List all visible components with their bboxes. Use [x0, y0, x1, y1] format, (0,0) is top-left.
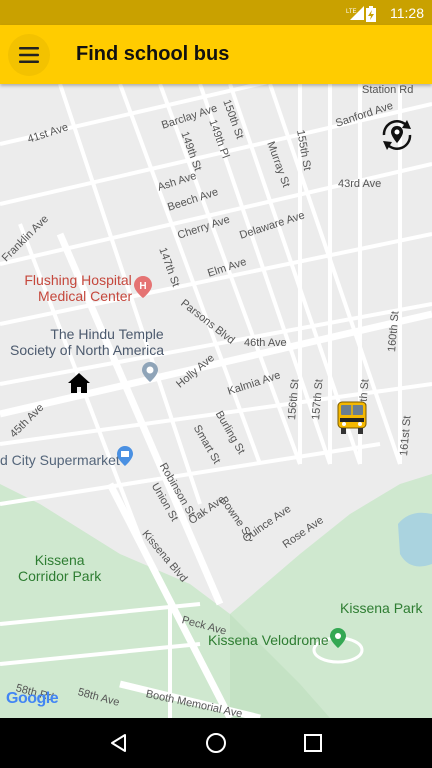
street-label: 46th Ave	[244, 337, 287, 349]
hospital-label[interactable]: Flushing Hospital Medical Center	[24, 272, 132, 304]
home-circle-icon	[205, 733, 226, 753]
supermarket-pin-icon[interactable]	[117, 446, 133, 466]
recenter-button[interactable]	[378, 116, 416, 154]
page-title: Find school bus	[76, 43, 230, 65]
back-icon	[110, 734, 126, 752]
google-logo: Google	[6, 690, 59, 708]
school-bus-icon[interactable]	[336, 400, 368, 436]
menu-button[interactable]	[8, 33, 50, 76]
temple-label[interactable]: The Hindu Temple Society of North Americ…	[10, 326, 164, 358]
temple-pin-icon[interactable]	[142, 362, 158, 382]
navigation-bar	[0, 718, 432, 768]
svg-text:H: H	[139, 281, 146, 292]
svg-text:LTE: LTE	[346, 9, 357, 15]
hospital-pin-icon[interactable]: H	[134, 276, 152, 298]
google-logo-text: Google	[6, 690, 59, 707]
corridor-park-label[interactable]: Kissena Corridor Park	[18, 552, 101, 584]
status-bar: LTE 11:28	[0, 0, 432, 25]
back-button[interactable]	[104, 728, 134, 758]
street-label: Station Rd	[362, 84, 414, 96]
recents-button[interactable]	[298, 728, 328, 758]
street-label: 43rd Ave	[338, 178, 382, 190]
app-bar: Find school bus	[0, 25, 432, 84]
supermarket-label[interactable]: d City Supermarket	[0, 452, 120, 468]
map-view[interactable]: Station Rd Sanford Ave 41st Ave Barclay …	[0, 84, 432, 718]
battery-icon	[366, 5, 380, 22]
hamburger-menu-icon	[19, 46, 39, 63]
home-nav-button[interactable]	[201, 728, 231, 758]
recents-icon	[304, 734, 323, 752]
location-refresh-icon	[382, 120, 412, 150]
velodrome-label[interactable]: Kissena Velodrome	[208, 632, 329, 648]
home-icon[interactable]	[67, 372, 91, 394]
status-time: 11:28	[390, 4, 424, 21]
kissena-park-label[interactable]: Kissena Park	[340, 600, 422, 616]
lte-signal-icon: LTE	[346, 5, 364, 20]
velodrome-pin-icon[interactable]	[330, 628, 346, 648]
